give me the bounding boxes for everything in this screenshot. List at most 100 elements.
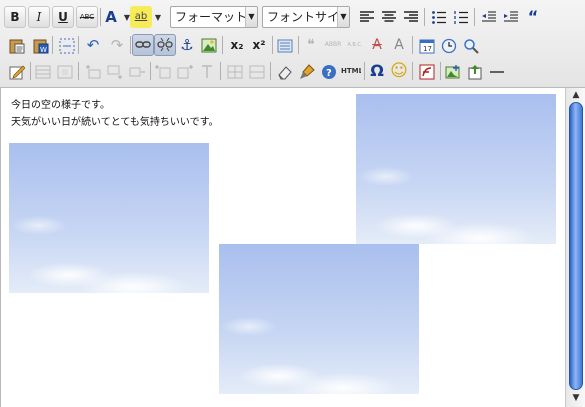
sky-image[interactable]	[356, 94, 556, 244]
insert-row-before-button[interactable]	[82, 60, 104, 82]
eraser-icon	[278, 66, 292, 80]
font-style-icon: A	[394, 37, 404, 53]
font-style-button[interactable]: A	[388, 34, 410, 56]
search-replace-button[interactable]	[460, 34, 482, 56]
cleanup-button[interactable]	[274, 60, 296, 82]
insert-date-button[interactable]: 17	[416, 34, 438, 56]
strikethrough-button[interactable]: ABC	[76, 6, 98, 28]
delete-row-button[interactable]	[126, 60, 148, 82]
paste-word-button[interactable]: W	[30, 34, 52, 56]
separator	[474, 8, 475, 26]
bullet-list-button[interactable]	[428, 6, 450, 28]
highlight-color-button[interactable]: ab	[130, 6, 152, 28]
bold-button[interactable]: B	[4, 6, 26, 28]
paste-text-button[interactable]	[6, 34, 28, 56]
quote-icon: ❝	[307, 37, 315, 53]
delete-col-button[interactable]	[196, 60, 218, 82]
format-painter-button[interactable]	[296, 60, 318, 82]
format-select-value: フォーマット	[175, 10, 248, 24]
redo-icon: ↷	[110, 36, 124, 54]
chevron-down-icon: ▼	[572, 393, 580, 403]
media-button[interactable]	[416, 60, 438, 82]
numbered-list-button[interactable]	[450, 6, 472, 28]
fontsize-select[interactable]: フォントサイズ ▼	[262, 6, 350, 28]
select-all-button[interactable]	[56, 34, 78, 56]
show-blocks-button[interactable]	[274, 34, 296, 56]
table-props-icon	[35, 65, 51, 79]
insert-col-before-button[interactable]	[152, 60, 174, 82]
sky-image[interactable]	[219, 244, 419, 394]
horizontal-rule-button[interactable]	[486, 60, 508, 82]
font-color-button[interactable]: A	[100, 6, 122, 28]
editor-text-line-2[interactable]: 天気がいい日が続いてとても気持ちいいです。	[11, 113, 219, 128]
acronym-button[interactable]: A.B.C.	[344, 34, 366, 56]
unlink-button[interactable]	[154, 34, 176, 56]
merge-cells-button[interactable]	[246, 60, 268, 82]
clipboard-icon	[9, 39, 25, 54]
html-source-button[interactable]: HTML	[340, 60, 362, 82]
blocks-icon	[277, 39, 293, 53]
insert-image-button[interactable]	[198, 34, 220, 56]
file-manager-button[interactable]	[464, 60, 486, 82]
superscript-button[interactable]: x²	[248, 34, 270, 56]
separator	[220, 62, 221, 80]
separator	[222, 36, 223, 54]
citation-button[interactable]: ❝	[300, 34, 322, 56]
select-all-icon	[59, 38, 75, 54]
help-button[interactable]: ?	[318, 60, 340, 82]
indent-button[interactable]	[500, 6, 522, 28]
editor-text-line-1[interactable]: 今日の空の様子です。	[11, 96, 110, 111]
edit-form-button[interactable]	[6, 60, 28, 82]
emoticon-button[interactable]: ☺	[388, 60, 410, 82]
search-icon	[464, 39, 479, 54]
table-row-props-button[interactable]	[32, 60, 54, 82]
insert-time-button[interactable]	[438, 34, 460, 56]
insert-row-after-button[interactable]	[104, 60, 126, 82]
format-select[interactable]: フォーマット ▼	[170, 6, 258, 28]
separator	[440, 62, 441, 80]
subscript-button[interactable]: x₂	[226, 34, 248, 56]
align-center-button[interactable]	[378, 6, 400, 28]
horizontal-rule-icon	[490, 71, 504, 73]
outdent-icon	[482, 11, 496, 22]
svg-text:W: W	[40, 46, 47, 54]
scroll-up-button[interactable]: ▲	[569, 89, 583, 101]
remove-format-button[interactable]: A	[366, 34, 388, 56]
sky-image[interactable]	[9, 143, 209, 293]
align-center-icon	[382, 11, 396, 22]
anchor-icon: ⚓	[180, 36, 194, 54]
flash-media-icon	[419, 64, 435, 80]
blockquote-button[interactable]: “	[522, 6, 544, 28]
special-char-button[interactable]: Ω	[366, 60, 388, 82]
insert-col-after-button[interactable]	[174, 60, 196, 82]
link-button[interactable]	[132, 34, 154, 56]
undo-button[interactable]: ↶	[82, 34, 104, 56]
remove-format-icon: A	[372, 37, 382, 53]
underline-button[interactable]: U	[52, 6, 74, 28]
brush-icon	[300, 64, 315, 79]
separator	[272, 36, 273, 54]
separator	[150, 62, 151, 80]
scroll-thumb[interactable]	[569, 102, 583, 390]
editor-content-area[interactable]: 今日の空の様子です。 天気がいい日が続いてとても気持ちいいです。	[0, 88, 565, 407]
redo-button[interactable]: ↷	[106, 34, 128, 56]
split-cells-button[interactable]	[224, 60, 246, 82]
link-icon	[135, 41, 151, 48]
outdent-button[interactable]	[478, 6, 500, 28]
col-before-icon	[155, 65, 171, 79]
file-manager-icon	[468, 65, 482, 80]
unlink-icon	[157, 37, 173, 52]
svg-text:17: 17	[423, 45, 432, 53]
table-cell-props-button[interactable]	[54, 60, 76, 82]
abbr-button[interactable]: ABBR	[322, 34, 344, 56]
italic-button[interactable]: I	[28, 6, 50, 28]
anchor-button[interactable]: ⚓	[176, 34, 198, 56]
scroll-down-button[interactable]: ▼	[569, 392, 583, 404]
separator	[78, 36, 79, 54]
highlight-dropdown-arrow[interactable]: ▼	[153, 12, 163, 24]
align-right-button[interactable]	[400, 6, 422, 28]
image-manager-button[interactable]	[442, 60, 464, 82]
align-left-button[interactable]	[356, 6, 378, 28]
vertical-scrollbar[interactable]: ▲ ▼	[565, 88, 585, 407]
chevron-down-icon: ▼	[245, 7, 257, 27]
